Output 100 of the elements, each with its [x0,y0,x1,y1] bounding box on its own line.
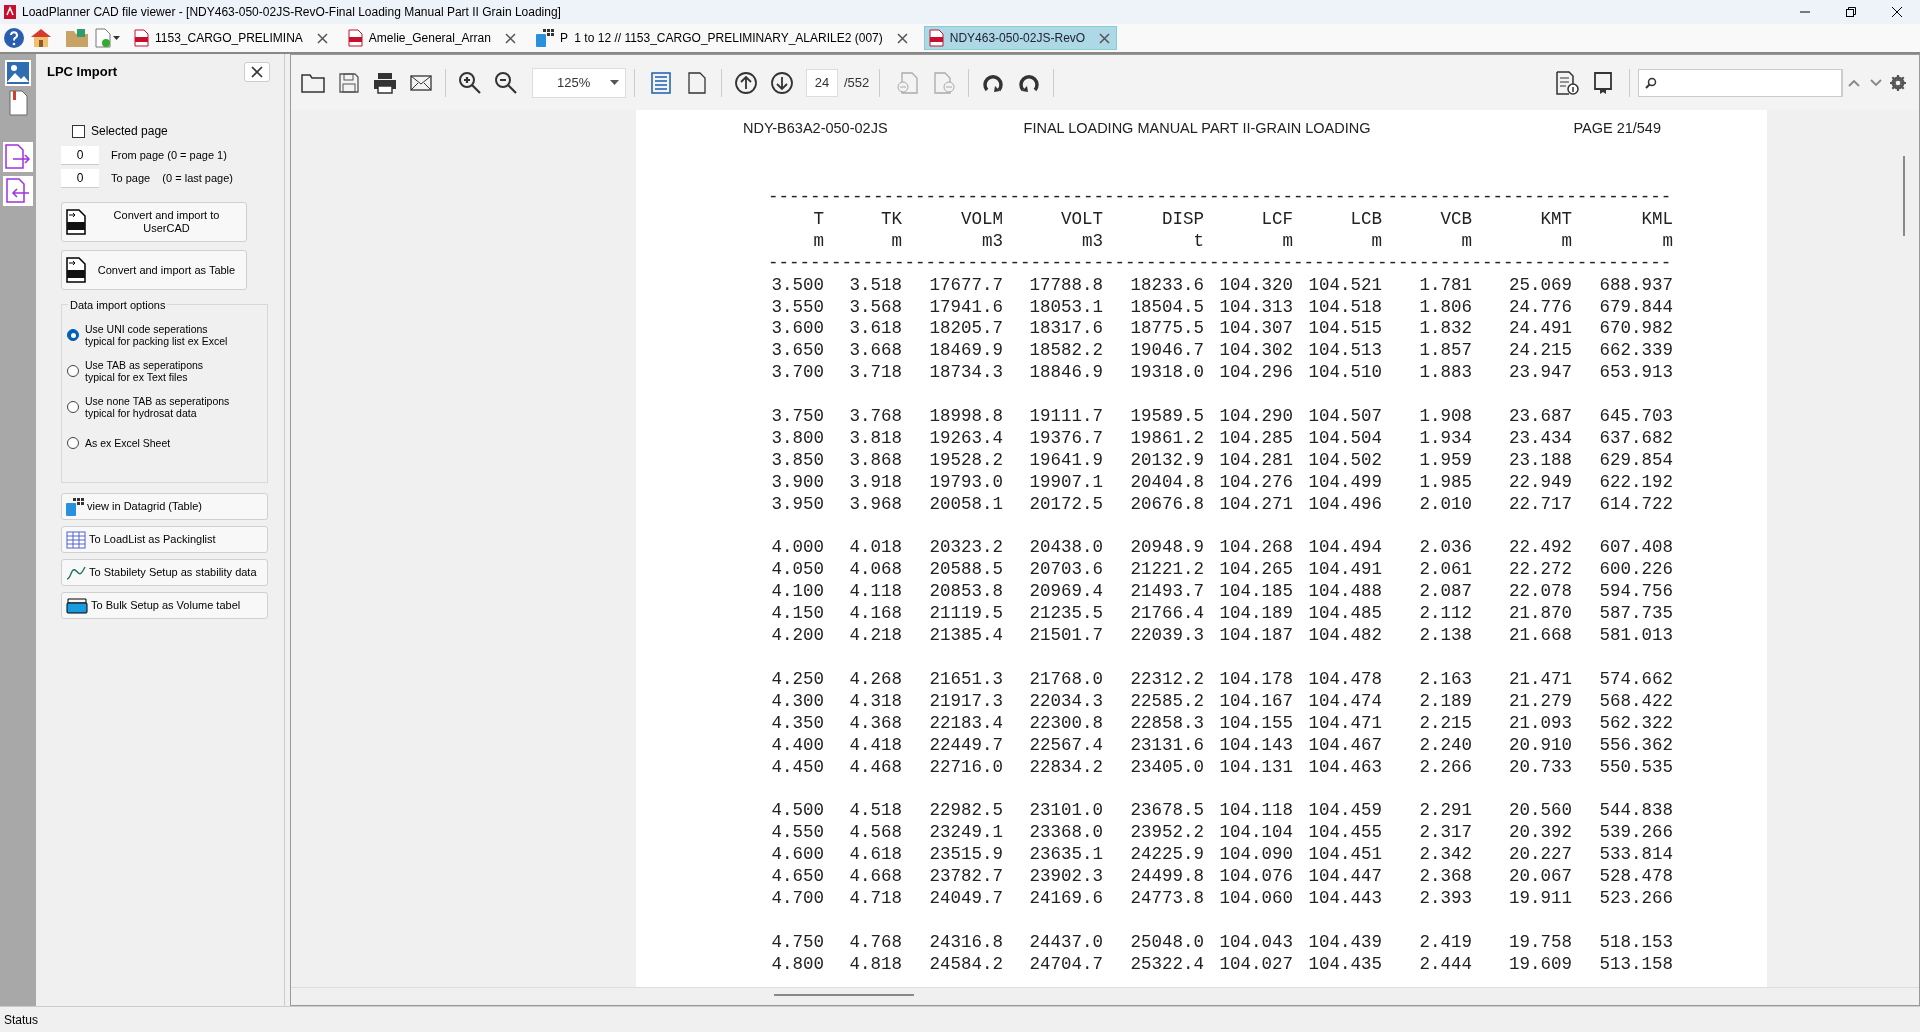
column-unit: m [1370,230,1382,253]
table-cell-text: 21.870 [1508,603,1572,626]
scrollbar-thumb[interactable] [1903,156,1905,236]
table-cell-text: 3.550 [770,296,824,319]
table-cell-text: 2.266 [1418,756,1472,779]
table-cell-text: 4.350 [770,712,824,735]
table-cell-text: 19907.1 [1028,471,1103,494]
table-cell-text: 104.494 [1307,537,1382,560]
radio-button[interactable] [67,401,79,413]
table-cell-text: 104.502 [1307,449,1382,472]
zoom-select[interactable]: 125% [532,67,626,98]
table-cell-text: 19376.7 [1028,427,1103,450]
column-unit: m3 [981,230,1003,253]
page-number-field[interactable]: 24 [806,68,838,97]
convert-button[interactable]: Convert and import to UserCAD [61,202,247,242]
import-action-button[interactable]: To LoadList as Packinglist [61,526,268,553]
document-tab[interactable]: NDY463-050-02JS-RevO [923,26,1118,50]
table-cell-text: 528.478 [1598,866,1673,888]
export-page-icon[interactable] [3,142,33,172]
import-page-icon[interactable] [3,176,33,206]
help-icon[interactable] [3,27,25,49]
column-header: TK [880,208,902,231]
table-cell-text: 104.265 [1218,559,1293,582]
table-cell-text: 4.300 [770,690,824,713]
import-action-button[interactable]: view in Datagrid (Table) [61,493,268,520]
document-tab[interactable]: Amelie_General_Arran [343,26,522,50]
table-cell-text: 1.883 [1418,362,1472,385]
search-field[interactable] [1638,68,1843,97]
page-field[interactable]: 0 [61,146,99,165]
table-cell-text: 21235.5 [1028,603,1103,626]
page-field[interactable]: 0 [61,169,99,188]
export-document-icon [897,71,920,94]
table-cell-text: 4.000 [770,537,824,560]
table-cell-text: 587.735 [1598,603,1673,626]
home-icon[interactable] [29,27,53,49]
table-cell-text: 2.291 [1418,800,1472,823]
table-cell-text: 18504.5 [1129,296,1204,319]
zoom-out-icon [494,70,518,95]
table-cell-text: 2.112 [1418,603,1472,626]
table-cell-text: 25.069 [1508,274,1572,297]
table-cell-text: 4.750 [770,931,824,954]
panel-title: LPC Import [47,63,118,82]
table-cell-text: 17677.7 [928,274,1003,297]
import-action-button[interactable]: To Bulk Setup as Volume tabel [61,592,268,619]
close-tab-icon[interactable] [1099,32,1111,44]
close-tab-icon[interactable] [504,32,516,44]
table-cell-text: 662.339 [1598,340,1673,363]
status-text: Status [4,1011,39,1029]
table-cell-text: 18469.9 [928,340,1003,363]
document-tab[interactable]: P 1 to 12 // 1153_CARGO_PRELIMINARY_ALARILE2 (007) [531,26,914,50]
table-cell-text: 539.266 [1598,822,1673,845]
folder-icon[interactable] [65,28,89,48]
radio-button[interactable] [67,365,79,377]
table-cell-text: 4.318 [848,690,902,713]
table-cell-text: 21766.4 [1129,603,1204,626]
bookmark-page-icon[interactable] [8,90,28,116]
table-cell-text: 104.488 [1307,581,1382,604]
table-cell-text: 22585.2 [1129,690,1204,713]
page-header-title: FINAL LOADING MANUAL PART II-GRAIN LOADING [1023,119,1371,139]
table-cell-text: 3.868 [848,449,902,472]
table-cell-text: 4.100 [770,581,824,604]
table-cell-text: 3.568 [848,296,902,319]
table-cell-text: 19.911 [1508,887,1572,910]
column-unit: t [1192,230,1204,253]
column-header: VCB [1439,208,1472,231]
document-tab[interactable]: 1153_CARGO_PRELIMINA [130,26,334,50]
table-cell-text: 23515.9 [928,844,1003,867]
single-page-icon [688,71,706,94]
table-cell-text: 523.266 [1598,887,1673,910]
close-tab-icon[interactable] [896,32,908,44]
table-cell-text: 20058.1 [928,493,1003,516]
table-cell-text: 104.271 [1218,493,1293,516]
table-cell-text: 104.491 [1307,559,1382,582]
table-cell-text: 21.668 [1508,625,1572,647]
radio-button[interactable] [67,437,79,449]
table-cell-text: 19263.4 [928,427,1003,450]
table-cell-text: 21501.7 [1028,625,1103,647]
column-header: VOLM [960,208,1003,231]
table-cell-text: 21221.2 [1129,559,1204,582]
restore-icon [1846,7,1856,17]
checkbox[interactable] [72,124,85,138]
table-cell-text: 104.131 [1218,756,1293,779]
dropdown-caret-icon[interactable] [113,36,120,40]
table-cell-text: 18734.3 [928,362,1003,385]
radio-button[interactable] [67,329,79,341]
table-cell-text: 4.400 [770,734,824,757]
table-cell-text: 25322.4 [1129,953,1204,976]
table-cell-text: 22449.7 [928,734,1003,757]
import-action-button[interactable]: To Stabilety Setup as stability data [61,559,268,586]
cad-file-icon [65,257,87,283]
pdf-file-icon [347,29,363,47]
table-cell-text: 22039.3 [1129,625,1204,647]
table-cell-text: 4.018 [848,537,902,560]
table-cell-text: 1.934 [1418,427,1472,450]
convert-button[interactable]: Convert and import as Table [61,250,247,290]
image-icon[interactable] [5,60,31,86]
close-tab-icon[interactable] [316,32,328,44]
scrollbar-thumb[interactable] [774,994,914,996]
table-cell-text: 20853.8 [928,581,1003,604]
close-panel-button[interactable] [244,62,270,82]
